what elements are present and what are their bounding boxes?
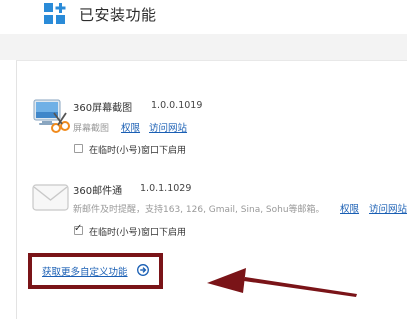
incognito-option-label: 在临时(小号)窗口下启用 [89,146,187,156]
app-name: 360邮件通 [73,186,123,197]
incognito-option-label: 在临时(小号)窗口下启用 [89,228,187,238]
app-version: 1.0.0.1019 [151,100,203,111]
permission-link[interactable]: 权限 [121,120,140,134]
visit-website-link[interactable]: 访问网站 [149,120,187,134]
incognito-checkbox[interactable] [74,144,83,153]
header-spacer [0,34,407,60]
page-title: 已安装功能 [79,6,157,24]
app-description: 屏幕截图 [73,124,110,134]
envelope-icon [32,184,69,211]
app-description: 新邮件及时提醒，支持163, 126, Gmail, Sina, Sohu等邮箱… [73,205,325,215]
screenshot-scissors-icon [33,99,70,133]
app-name: 360屏幕截图 [73,103,133,114]
incognito-checkbox[interactable] [74,223,83,235]
grid-plus-icon [44,3,66,24]
app-version: 1.0.1.1029 [140,183,192,194]
permission-link[interactable]: 权限 [340,201,359,215]
visit-website-link[interactable]: 访问网站 [369,201,407,215]
circle-arrow-right-icon[interactable] [137,264,149,276]
header-bar: 已安装功能 [0,0,407,35]
get-more-features-link[interactable]: 获取更多自定义功能 [42,264,128,278]
